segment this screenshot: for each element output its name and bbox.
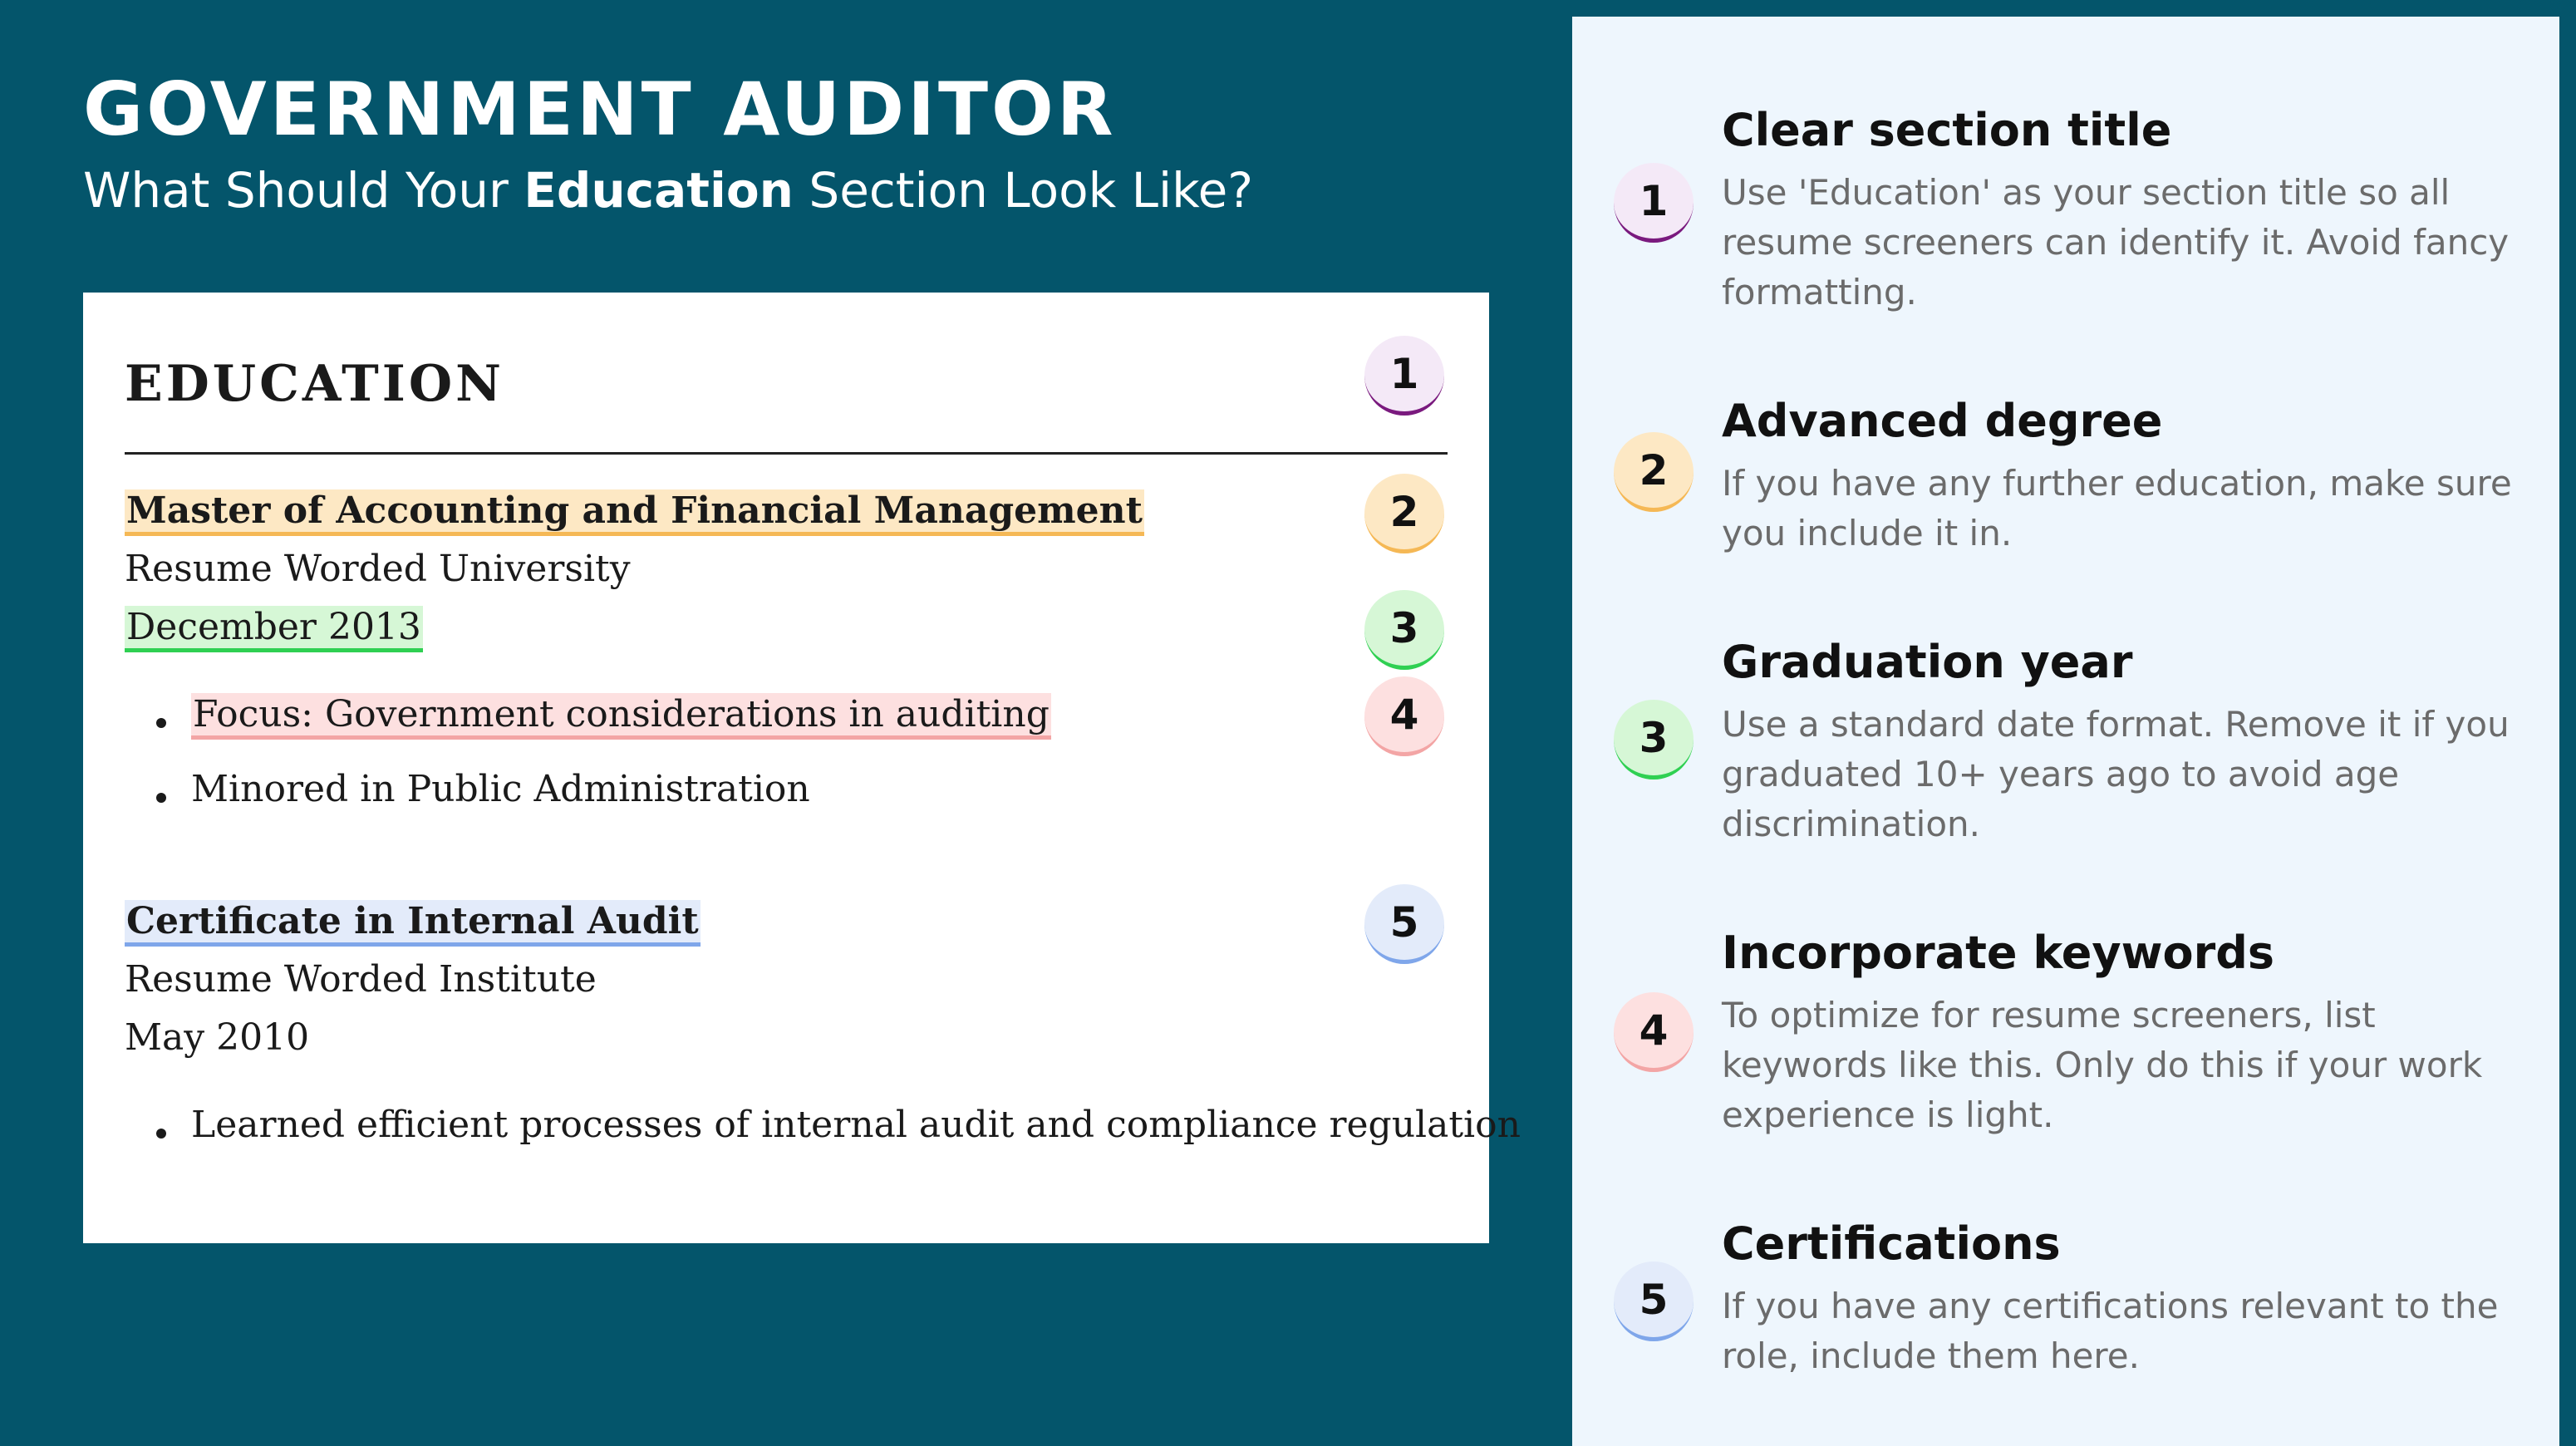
tip-1-title: Clear section title bbox=[1722, 104, 2172, 156]
entry-1-bullet-1: Focus: Government considerations in audi… bbox=[191, 693, 1051, 740]
badge-5: 5 bbox=[1364, 884, 1444, 964]
entry-2-school: Resume Worded Institute bbox=[125, 958, 597, 1001]
tip-2-number: 2 bbox=[1614, 432, 1694, 512]
bullet-dot bbox=[156, 793, 166, 803]
entry-1-school: Resume Worded University bbox=[125, 548, 631, 590]
entry-1-date-highlight: December 2013 bbox=[125, 606, 423, 652]
education-section-title: EDUCATION bbox=[125, 355, 504, 413]
badge-4: 4 bbox=[1364, 676, 1444, 756]
entry-2-degree-highlight: Certificate in Internal Audit bbox=[125, 900, 701, 947]
section-divider bbox=[125, 452, 1448, 455]
tip-2-body: If you have any further education, make … bbox=[1722, 463, 2512, 553]
bullet-dot bbox=[156, 718, 166, 728]
tips-panel: 1 Clear section title Use 'Education' as… bbox=[1572, 17, 2559, 1446]
tip-3-body: Use a standard date format. Remove it if… bbox=[1722, 704, 2510, 844]
entry-2-date: May 2010 bbox=[125, 1016, 310, 1059]
entry-1-bullet-2: Minored in Public Administration bbox=[191, 768, 810, 810]
badge-3: 3 bbox=[1364, 590, 1444, 670]
resume-education-card: EDUCATION 1 Master of Accounting and Fin… bbox=[83, 293, 1521, 1243]
tip-5-title: Certifications bbox=[1722, 1217, 2061, 1270]
bullet-dot bbox=[156, 1129, 166, 1139]
tip-3-title: Graduation year bbox=[1722, 636, 2133, 688]
entry-2-degree: Certificate in Internal Audit bbox=[125, 900, 701, 947]
badge-2: 2 bbox=[1364, 474, 1444, 553]
tip-4-title: Incorporate keywords bbox=[1722, 927, 2275, 979]
entry-1-bullet-1-highlight: Focus: Government considerations in audi… bbox=[191, 693, 1051, 740]
subtitle-bold: Education bbox=[524, 162, 794, 219]
entry-2-bullet-1: Learned efficient processes of internal … bbox=[191, 1104, 1521, 1146]
page-title: GOVERNMENT AUDITOR bbox=[83, 66, 1117, 152]
tip-1-number: 1 bbox=[1614, 163, 1694, 243]
tip-5-number: 5 bbox=[1614, 1262, 1694, 1341]
subtitle-post: Section Look Like? bbox=[793, 162, 1254, 219]
tip-5-body: If you have any certifications relevant … bbox=[1722, 1286, 2499, 1376]
badge-1: 1 bbox=[1364, 336, 1444, 416]
subtitle-pre: What Should Your bbox=[83, 162, 524, 219]
tip-2-title: Advanced degree bbox=[1722, 395, 2163, 447]
tip-4-body: To optimize for resume screeners, list k… bbox=[1722, 995, 2483, 1135]
page-subtitle: What Should Your Education Section Look … bbox=[83, 166, 1253, 214]
tip-1-body: Use 'Education' as your section title so… bbox=[1722, 172, 2510, 312]
tip-3-number: 3 bbox=[1614, 700, 1694, 780]
entry-1-degree: Master of Accounting and Financial Manag… bbox=[125, 489, 1144, 536]
entry-1-date: December 2013 bbox=[125, 606, 423, 652]
entry-1-degree-highlight: Master of Accounting and Financial Manag… bbox=[125, 489, 1144, 536]
tip-4-number: 4 bbox=[1614, 992, 1694, 1072]
